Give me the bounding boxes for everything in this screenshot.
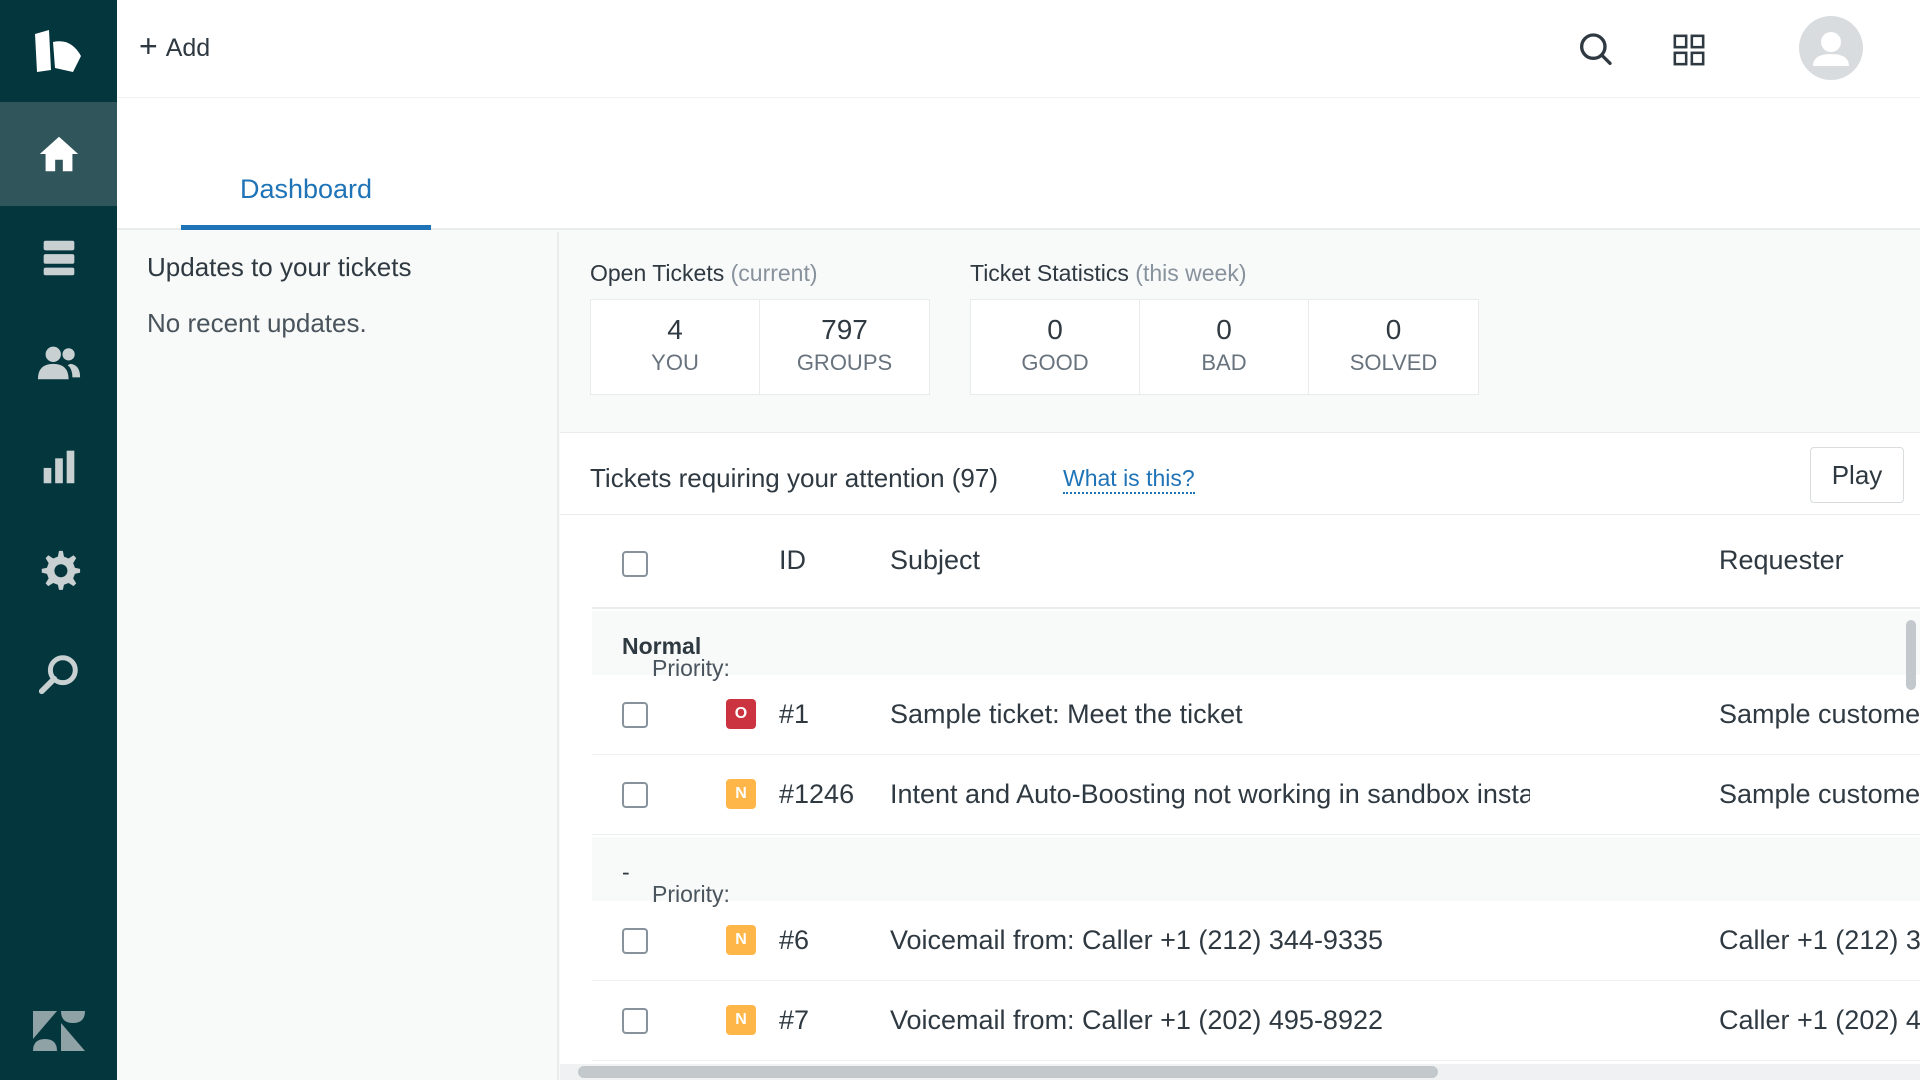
stats-area: Open Tickets (current) 4 YOU 797 GROUPS … [560, 232, 1920, 432]
apps-button[interactable] [1665, 26, 1713, 74]
status-badge: O [726, 699, 756, 729]
zendesk-logo[interactable] [0, 996, 117, 1066]
add-button[interactable]: + Add [139, 28, 210, 68]
table-header: ID Subject Requester [592, 515, 1920, 609]
attention-tickets-panel: Tickets requiring your attention (97) Wh… [560, 432, 1920, 1080]
nav-search[interactable] [0, 622, 117, 726]
apps-grid-icon [1673, 34, 1705, 66]
ticket-subject[interactable]: Voicemail from: Caller +1 (212) 344-9335 [890, 925, 1530, 956]
gear-icon [41, 550, 80, 590]
ticket-requester: Caller +1 (212) 34 [1719, 925, 1920, 955]
user-avatar[interactable] [1799, 16, 1863, 80]
add-button-label: Add [165, 33, 211, 62]
horizontal-scrollbar[interactable] [578, 1066, 1438, 1078]
search-button[interactable] [1571, 26, 1619, 74]
play-button[interactable]: Play [1810, 447, 1904, 503]
top-bar: + Add [117, 0, 1920, 98]
nav-reporting[interactable] [0, 414, 117, 518]
ticket-id: #6 [779, 925, 810, 955]
ticket-id: #7 [779, 1005, 810, 1035]
ticket-statistics-title: Ticket Statistics (this week) [970, 260, 1247, 286]
stat-bad[interactable]: 0 BAD [1140, 300, 1309, 394]
row-checkbox[interactable] [622, 928, 648, 954]
bar-chart-icon [43, 450, 74, 484]
open-tickets-title: Open Tickets (current) [590, 260, 818, 286]
column-header-subject[interactable]: Subject [890, 545, 980, 576]
ticket-subject[interactable]: Voicemail from: Caller +1 (202) 495-8922 [890, 1005, 1530, 1036]
attention-header: Tickets requiring your attention (97) Wh… [560, 433, 1920, 515]
nav-admin[interactable] [0, 518, 117, 622]
stat-groups[interactable]: 797 GROUPS [760, 300, 929, 394]
priority-group-header: Priority: - [592, 837, 1920, 907]
zendesk-logo-icon [32, 1011, 85, 1051]
open-tickets-stats: Open Tickets (current) 4 YOU 797 GROUPS [590, 260, 930, 395]
stat-label: BAD [1201, 350, 1247, 375]
stat-value: 0 [1216, 314, 1232, 345]
row-checkbox[interactable] [622, 702, 648, 728]
table-row[interactable]: N #7 Voicemail from: Caller +1 (202) 495… [592, 981, 1920, 1061]
stat-good[interactable]: 0 GOOD [971, 300, 1140, 394]
user-icon [1799, 16, 1863, 80]
what-is-this-link[interactable]: What is this? [1063, 465, 1195, 494]
select-all-checkbox[interactable] [622, 551, 648, 577]
nav-customers[interactable] [0, 310, 117, 414]
product-logo[interactable] [0, 0, 117, 102]
updates-title: Updates to your tickets [147, 252, 412, 282]
open-tickets-cells: 4 YOU 797 GROUPS [590, 299, 930, 395]
ticket-id: #1246 [779, 779, 855, 809]
stat-label: SOLVED [1349, 350, 1438, 375]
ticket-requester: Sample customer [1719, 699, 1920, 729]
attention-title: Tickets requiring your attention (97) [590, 463, 999, 493]
ticket-id: #1 [779, 699, 810, 729]
sidebar-nav [0, 0, 117, 1080]
status-badge: N [726, 779, 756, 809]
row-checkbox[interactable] [622, 1008, 648, 1034]
tab-dashboard[interactable]: Dashboard [181, 174, 431, 230]
status-badge: N [726, 1005, 756, 1035]
stat-value: 0 [1385, 314, 1402, 345]
ticket-statistics-cells: 0 GOOD 0 BAD 0 SOLVED [970, 299, 1479, 395]
zendesk-support-logo-icon [34, 30, 81, 72]
updates-panel: Updates to your tickets No recent update… [117, 232, 559, 1080]
priority-value: - [622, 859, 630, 885]
vertical-scrollbar[interactable] [1906, 620, 1916, 690]
stat-value: 797 [821, 314, 868, 345]
stat-label: YOU [651, 350, 699, 375]
ticket-statistics: Ticket Statistics (this week) 0 GOOD 0 B… [970, 260, 1479, 395]
stat-label: GROUPS [796, 350, 893, 375]
stat-solved[interactable]: 0 SOLVED [1309, 300, 1478, 394]
ticket-requester: Sample customer [1719, 779, 1920, 809]
nav-home[interactable] [0, 102, 117, 206]
table-row[interactable]: O #1 Sample ticket: Meet the ticket Samp… [592, 675, 1920, 755]
stat-label: GOOD [1021, 350, 1089, 375]
column-header-requester[interactable]: Requester [1719, 545, 1844, 576]
updates-empty-message: No recent updates. [147, 308, 367, 338]
customers-icon [37, 346, 80, 380]
ticket-subject[interactable]: Sample ticket: Meet the ticket [890, 699, 1530, 730]
ticket-subject[interactable]: Intent and Auto-Boosting not working in … [890, 779, 1530, 810]
table-row[interactable]: N #1246 Intent and Auto-Boosting not wor… [592, 755, 1920, 835]
views-icon [43, 240, 74, 276]
ticket-requester: Caller +1 (202) 49 [1719, 1005, 1920, 1035]
stat-value: 0 [1047, 314, 1063, 345]
stat-you[interactable]: 4 YOU [591, 300, 760, 394]
table-row[interactable]: N #6 Voicemail from: Caller +1 (212) 344… [592, 901, 1920, 981]
tab-bar: Dashboard [117, 98, 1920, 230]
status-badge: N [726, 925, 756, 955]
search-icon [1580, 33, 1612, 65]
column-header-id[interactable]: ID [779, 545, 806, 576]
priority-group-header: Priority: Normal [592, 611, 1920, 681]
home-icon [39, 136, 78, 172]
stat-value: 4 [667, 314, 683, 345]
search-icon [38, 655, 78, 695]
row-checkbox[interactable] [622, 782, 648, 808]
plus-icon: + [139, 28, 158, 64]
nav-views[interactable] [0, 206, 117, 310]
